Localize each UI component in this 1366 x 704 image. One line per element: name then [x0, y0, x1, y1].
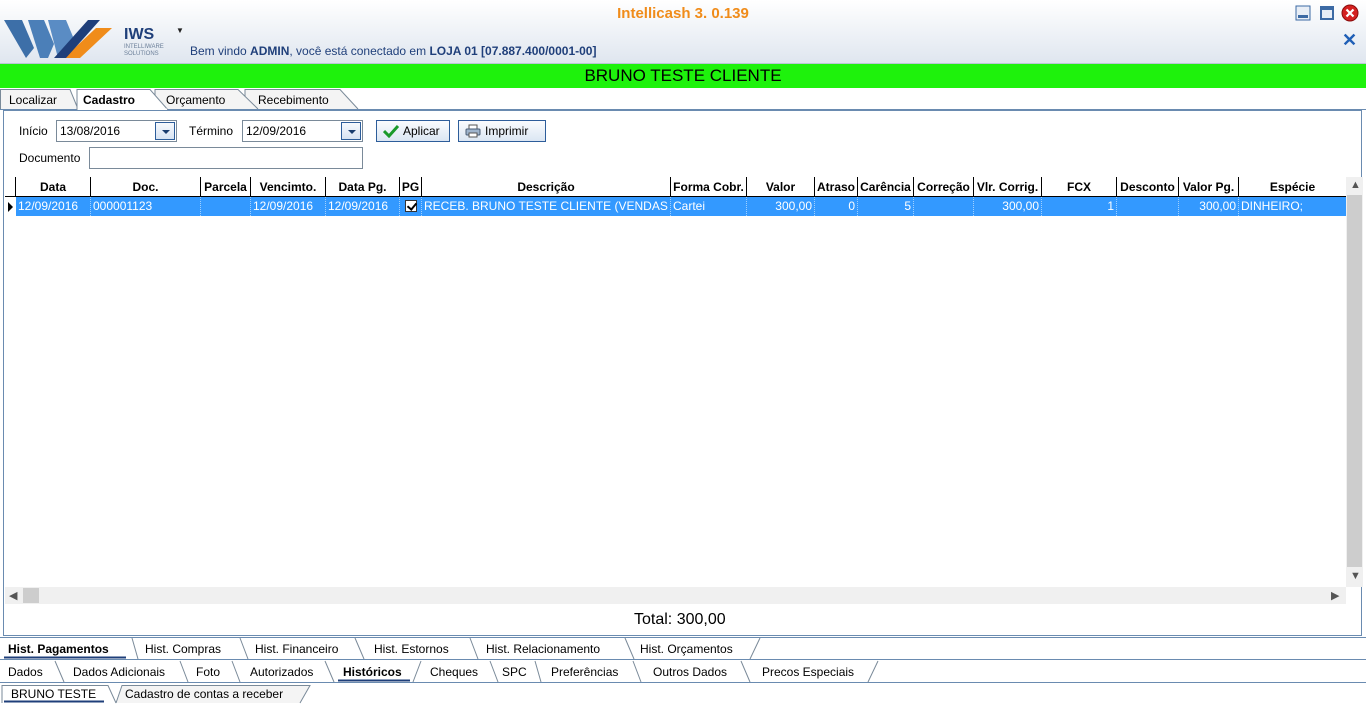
tab-preferencias[interactable]: Preferências: [543, 660, 618, 683]
vertical-scroll-thumb[interactable]: [1347, 195, 1362, 567]
col-data[interactable]: Data: [16, 177, 91, 197]
cell-correcao[interactable]: [914, 197, 974, 216]
col-especie[interactable]: Espécie: [1239, 177, 1346, 197]
cell-fcx[interactable]: 1: [1042, 197, 1117, 216]
start-date-label: Início: [19, 124, 48, 138]
tab-cadastro[interactable]: Cadastro: [74, 88, 135, 110]
col-vlr-corrig[interactable]: Vlr. Corrig.: [974, 177, 1042, 197]
current-row-indicator-icon: [5, 197, 16, 216]
col-carencia[interactable]: Carência: [858, 177, 914, 197]
tab-autorizados[interactable]: Autorizados: [242, 660, 313, 683]
cell-parcela[interactable]: [201, 197, 251, 216]
tab-recebimento[interactable]: Recebimento: [249, 88, 329, 110]
tab-localizar[interactable]: Localizar: [0, 88, 57, 110]
col-doc[interactable]: Doc.: [91, 177, 201, 197]
checkmark-icon: [383, 124, 399, 138]
start-date-field[interactable]: 13/08/2016: [56, 120, 177, 142]
document-label: Documento: [19, 151, 81, 165]
tab-hist-compras[interactable]: Hist. Compras: [137, 637, 221, 660]
app-header: IWS INTELLIWARE SOLUTIONS ▼ Intellicash …: [0, 0, 1366, 64]
tab-hist-financeiro[interactable]: Hist. Financeiro: [247, 637, 338, 660]
tab-spc[interactable]: SPC: [494, 660, 527, 683]
document-field[interactable]: [89, 147, 363, 169]
cell-descricao[interactable]: RECEB. BRUNO TESTE CLIENTE (VENDAS C.: [422, 197, 671, 216]
close-form-icon[interactable]: ✕: [1342, 30, 1357, 51]
tab-orcamento[interactable]: Orçamento: [157, 88, 225, 110]
end-date-label: Término: [189, 124, 234, 138]
col-parcela[interactable]: Parcela: [201, 177, 251, 197]
cell-valor-pg[interactable]: 300,00: [1179, 197, 1239, 216]
col-desconto[interactable]: Desconto: [1117, 177, 1179, 197]
tab-outros-dados[interactable]: Outros Dados: [645, 660, 727, 683]
cell-especie[interactable]: DINHEIRO;: [1239, 197, 1346, 216]
horizontal-scrollbar[interactable]: ◀ ▶: [5, 587, 1346, 604]
start-date-dropdown-icon[interactable]: [155, 122, 175, 140]
maximize-icon[interactable]: [1318, 4, 1336, 22]
col-valor-pg[interactable]: Valor Pg.: [1179, 177, 1239, 197]
cell-pg[interactable]: [400, 197, 422, 216]
col-forma-cobr[interactable]: Forma Cobr.: [671, 177, 747, 197]
scroll-left-icon[interactable]: ◀: [9, 589, 17, 602]
welcome-store: LOJA 01 [07.887.400/0001-00]: [429, 44, 597, 58]
close-window-icon[interactable]: [1341, 4, 1359, 22]
tab-precos-especiais[interactable]: Precos Especiais: [754, 660, 854, 683]
horizontal-scroll-thumb[interactable]: [23, 588, 39, 603]
tab-dados[interactable]: Dados: [0, 660, 43, 683]
col-data-pg[interactable]: Data Pg.: [326, 177, 400, 197]
pg-checkbox[interactable]: [405, 200, 417, 212]
cell-carencia[interactable]: 5: [858, 197, 914, 216]
total-value: Total: 300,00: [634, 611, 726, 628]
minimize-icon[interactable]: [1294, 4, 1312, 22]
printer-icon: [465, 124, 481, 138]
col-vencimento[interactable]: Vencimto.: [251, 177, 326, 197]
logo-menu-arrow-icon[interactable]: ▼: [176, 26, 184, 35]
tab-cheques[interactable]: Cheques: [422, 660, 478, 683]
row-indicator-header: [5, 177, 16, 197]
cell-desconto[interactable]: [1117, 197, 1179, 216]
col-descricao[interactable]: Descrição: [422, 177, 671, 197]
cell-vlr-corrig[interactable]: 300,00: [974, 197, 1042, 216]
end-date-field[interactable]: 12/09/2016: [242, 120, 363, 142]
scroll-right-icon[interactable]: ▶: [1331, 589, 1339, 602]
window-tab-contas-receber[interactable]: Cadastro de contas a receber: [117, 683, 283, 704]
tab-dados-adicionais[interactable]: Dados Adicionais: [65, 660, 165, 683]
welcome-message: Bem vindo ADMIN, você está conectado em …: [190, 44, 597, 58]
apply-button[interactable]: Aplicar: [376, 120, 450, 142]
payments-grid[interactable]: Data Doc. Parcela Vencimto. Data Pg. PG …: [5, 177, 1346, 587]
col-atraso[interactable]: Atraso: [815, 177, 858, 197]
print-button[interactable]: Imprimir: [458, 120, 546, 142]
col-correcao[interactable]: Correção: [914, 177, 974, 197]
tab-hist-pagamentos[interactable]: Hist. Pagamentos: [0, 637, 109, 660]
app-title: Intellicash 3. 0.139: [617, 5, 749, 22]
cell-forma-cobr[interactable]: Cartei: [671, 197, 747, 216]
cell-data-pg[interactable]: 12/09/2016: [326, 197, 400, 216]
scroll-up-icon[interactable]: ▲: [1350, 179, 1361, 191]
tab-historicos[interactable]: Históricos: [335, 660, 402, 683]
col-fcx[interactable]: FCX: [1042, 177, 1117, 197]
cell-vencimento[interactable]: 12/09/2016: [251, 197, 326, 216]
history-panel: Início 13/08/2016 Término 12/09/2016 Apl…: [3, 110, 1363, 636]
customer-banner: BRUNO TESTE CLIENTE: [0, 64, 1366, 88]
cell-valor[interactable]: 300,00: [747, 197, 815, 216]
tab-hist-relacionamento[interactable]: Hist. Relacionamento: [478, 637, 600, 660]
logo-text: IWS: [124, 26, 155, 43]
grid-header: Data Doc. Parcela Vencimto. Data Pg. PG …: [5, 177, 1346, 197]
end-date-dropdown-icon[interactable]: [341, 122, 361, 140]
vertical-scrollbar[interactable]: ▲ ▼: [1346, 177, 1363, 587]
logo-subtitle: INTELLIWARE SOLUTIONS: [124, 44, 164, 57]
welcome-user: ADMIN: [250, 44, 290, 58]
cell-doc[interactable]: 000001123: [91, 197, 201, 216]
cell-data[interactable]: 12/09/2016: [16, 197, 91, 216]
table-row[interactable]: 12/09/2016 000001123 12/09/2016 12/09/20…: [5, 197, 1346, 216]
tab-foto[interactable]: Foto: [188, 660, 220, 683]
col-valor[interactable]: Valor: [747, 177, 815, 197]
tab-hist-orcamentos[interactable]: Hist. Orçamentos: [632, 637, 733, 660]
tab-hist-estornos[interactable]: Hist. Estornos: [366, 637, 449, 660]
cell-atraso[interactable]: 0: [815, 197, 858, 216]
col-pg[interactable]: PG: [400, 177, 422, 197]
scroll-down-icon[interactable]: ▼: [1350, 570, 1361, 582]
window-tab-bruno-teste[interactable]: BRUNO TESTE: [3, 683, 96, 704]
